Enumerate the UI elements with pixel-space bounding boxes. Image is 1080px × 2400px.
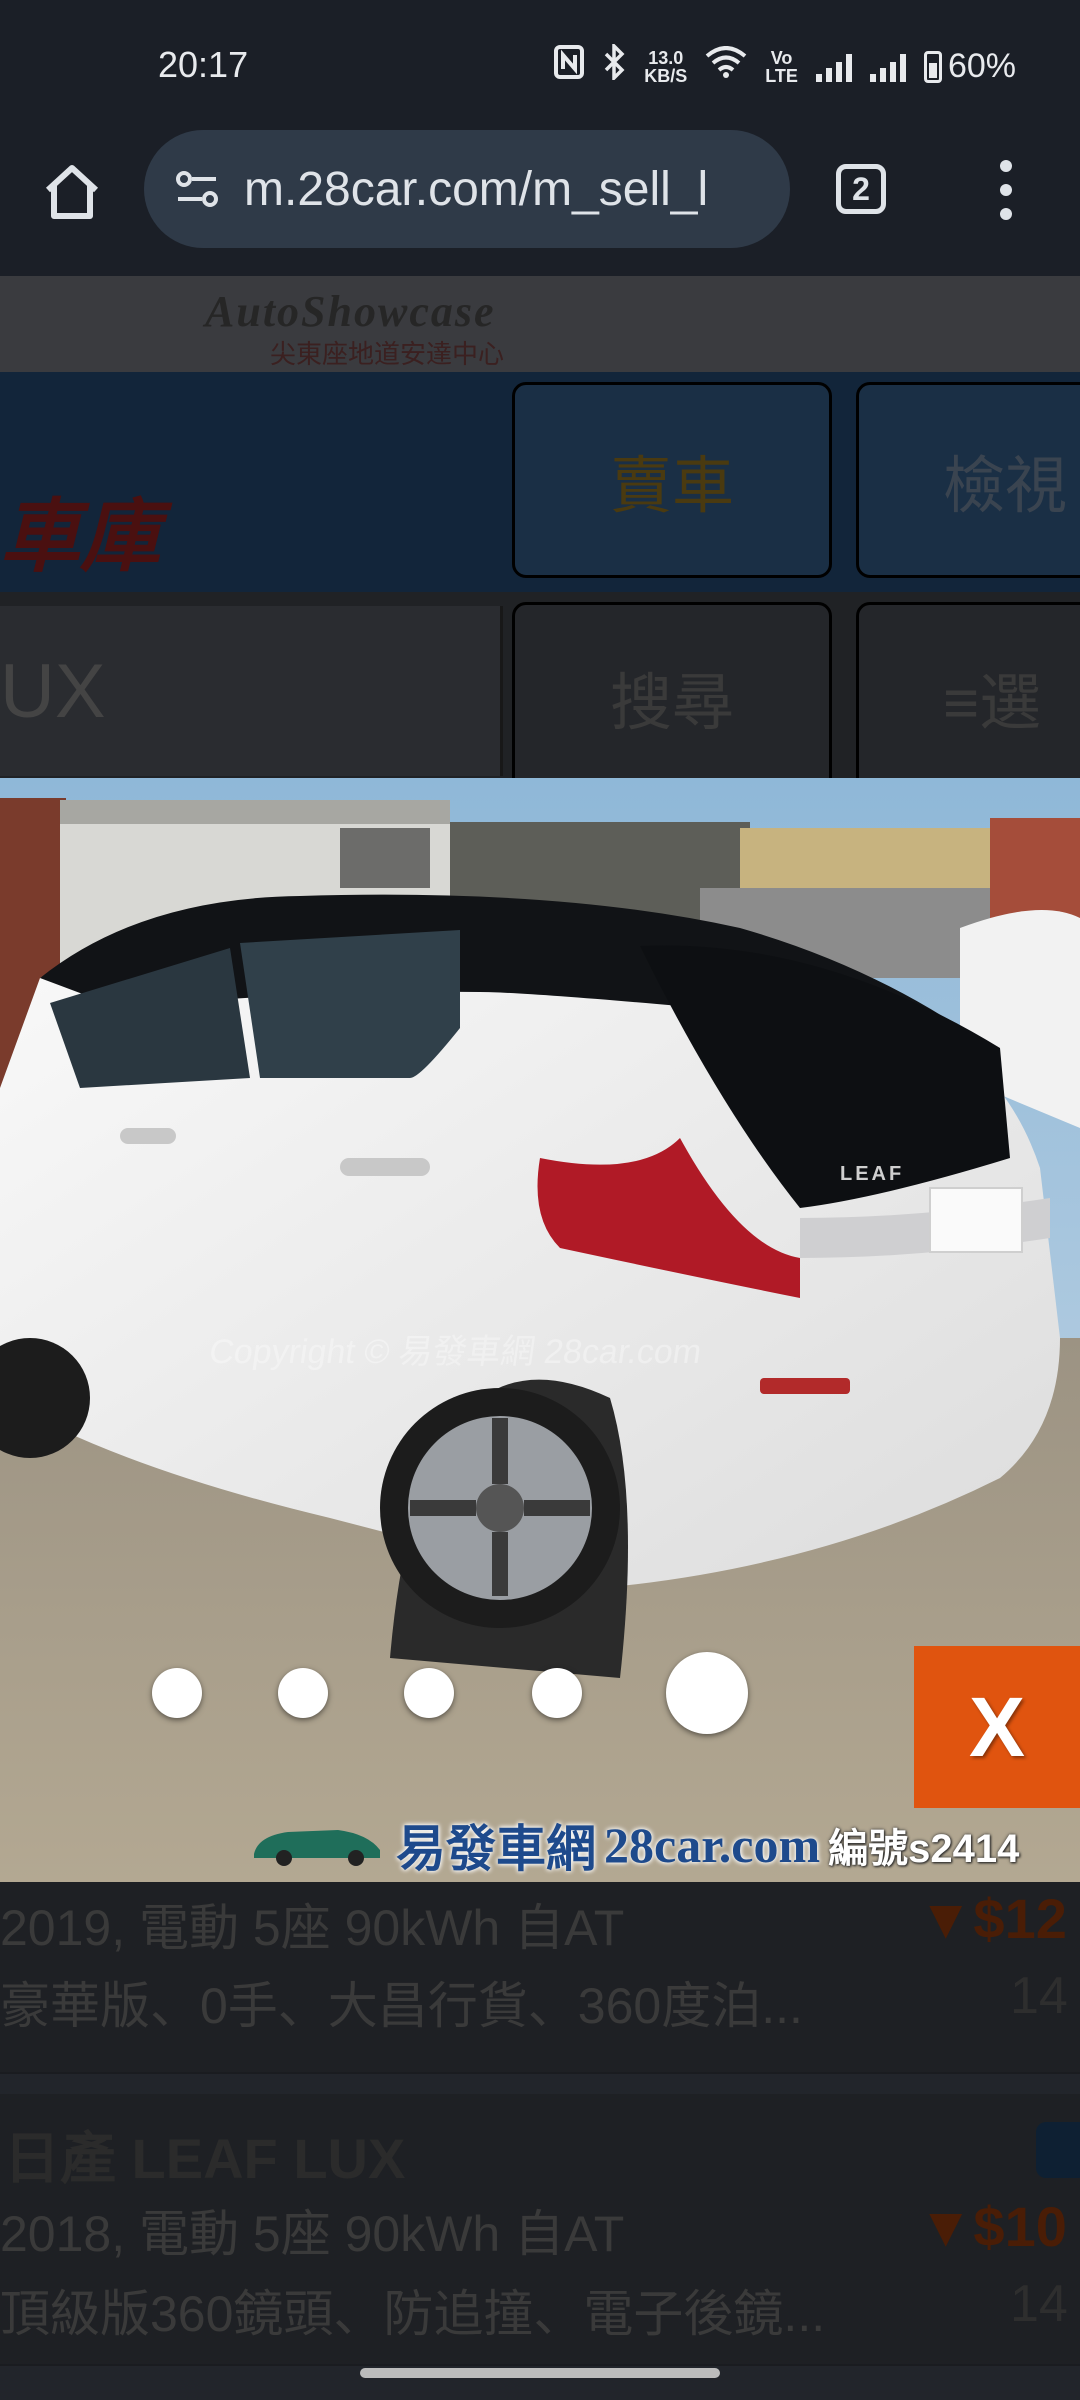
car-logo-icon — [248, 1818, 388, 1873]
search-row: UX 搜尋 ≡選 — [0, 592, 1080, 792]
footer-site: 28car.com — [604, 1817, 821, 1873]
tab-switcher-button[interactable]: 2 — [836, 164, 886, 214]
volte-top: Vo — [770, 47, 793, 68]
network-speed-unit: KB/S — [644, 65, 688, 86]
listing-photo-count: 14 — [1010, 2275, 1068, 2333]
status-time: 20:17 — [158, 44, 249, 85]
status-icons: 13.0 KB/S Vo LTE 60% — [554, 41, 1016, 89]
footer-listing-id: 編號s2414 — [828, 1827, 1020, 1871]
site-settings-icon[interactable] — [168, 159, 228, 219]
car-badge: LEAF — [840, 1163, 904, 1185]
network-speed: 13.0 KB/S — [644, 49, 687, 85]
gesture-bar[interactable] — [360, 2368, 720, 2378]
pagination-dot[interactable] — [278, 1668, 328, 1718]
wifi-icon — [705, 46, 747, 87]
banner-title: AutoShowcase — [205, 287, 496, 336]
search-button[interactable]: 搜尋 — [512, 602, 832, 792]
view-button[interactable]: 檢視 — [856, 382, 1080, 578]
sell-car-button[interactable]: 賣車 — [512, 382, 832, 578]
list-item[interactable]: 2019, 電動 5座 90kWh 自AT 豪華版、0手、大昌行貨、360度泊.… — [0, 1882, 1080, 2074]
listing-spec: 2018, 電動 5座 90kWh 自AT — [0, 2206, 625, 2262]
battery-icon — [923, 50, 942, 83]
photo-footer-watermark: 易發車網 28car.com 編號s2414 — [248, 1812, 1019, 1878]
network-speed-value: 13.0 — [648, 47, 684, 68]
site-logo[interactable]: 車庫 — [0, 472, 160, 588]
pagination-dot[interactable] — [404, 1668, 454, 1718]
address-bar[interactable]: m.28car.com/m_sell_l — [144, 130, 790, 248]
listing-desc: 豪華版、0手、大昌行貨、360度泊... — [0, 1978, 803, 2034]
copyright-watermark: Copyright © 易發車網 28car.com — [206, 1333, 704, 1371]
search-input[interactable]: UX — [0, 606, 503, 776]
signal-icon-sim1 — [815, 52, 852, 82]
pagination-dot[interactable] — [532, 1668, 582, 1718]
listing-desc: 頂級版360鏡頭、防追撞、電子後鏡... — [0, 2286, 826, 2342]
listing-title: 日產 LEAF LUX — [4, 2127, 406, 2190]
listing-price: ▼$12 — [918, 1887, 1067, 1950]
site-nav: 車庫 賣車 檢視 — [0, 372, 1080, 592]
bluetooth-icon — [602, 41, 626, 89]
pagination-dot-active[interactable] — [666, 1652, 748, 1734]
close-viewer-button[interactable]: X — [914, 1646, 1080, 1808]
volte-bottom: LTE — [765, 65, 798, 86]
listing-photo-count: 14 — [1010, 1967, 1068, 2025]
battery-percent: 60% — [947, 47, 1016, 85]
ad-banner[interactable]: AutoShowcase 尖東座地道安達中心 — [0, 276, 1080, 372]
home-icon[interactable] — [40, 160, 104, 224]
banner-subtitle: 尖東座地道安達中心 — [270, 339, 505, 369]
browser-toolbar: m.28car.com/m_sell_l 2 — [0, 130, 1080, 278]
url-text[interactable]: m.28car.com/m_sell_l — [244, 162, 708, 217]
pagination-dot[interactable] — [152, 1668, 202, 1718]
nfc-icon — [554, 45, 585, 88]
listing-spec: 2019, 電動 5座 90kWh 自AT — [0, 1900, 625, 1956]
footer-brand-cn: 易發車網 — [396, 1821, 596, 1877]
filter-button[interactable]: ≡選 — [856, 602, 1080, 792]
listing-price: ▼$10 — [918, 2195, 1067, 2258]
overflow-menu-icon[interactable] — [996, 160, 1016, 220]
volte-indicator: Vo LTE — [765, 49, 798, 85]
listing-tag — [1036, 2122, 1080, 2178]
signal-icon-sim2 — [869, 52, 906, 82]
list-item[interactable]: 日產 LEAF LUX 2018, 電動 5座 90kWh 自AT 頂級版360… — [0, 2094, 1080, 2366]
status-bar: 20:17 13.0 KB/S Vo LTE 60% — [0, 0, 1080, 130]
